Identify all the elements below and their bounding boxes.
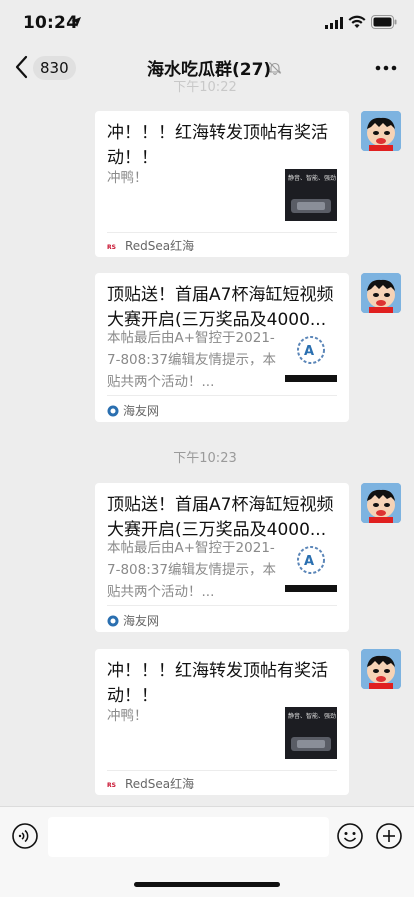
card-divider [107,232,337,233]
source-label: 海友网 [123,614,160,628]
avatar-cartoon-icon [361,111,401,151]
card-thumbnail: A [285,330,337,382]
avatar[interactable] [361,111,401,151]
card-thumbnail: A [285,540,337,592]
emoji-icon[interactable] [337,823,363,849]
location-arrow-icon [71,17,81,27]
card-description: 本帖最后由A+智控于2021-7-808:37编辑友情提示，本贴共两个活动！..… [107,330,276,390]
source-label: RedSea红海 [125,239,195,253]
more-options-icon[interactable] [375,65,397,71]
timestamp: 下午10:23 [173,451,237,466]
card-thumbnail: 静音、智能、强劲 [285,169,337,221]
svg-text:RS: RS [107,782,116,789]
back-chevron-icon[interactable] [12,54,32,80]
unread-count-badge[interactable]: 830 [33,56,76,80]
voice-input-icon[interactable] [12,823,38,849]
status-bar: 10:24 [0,0,414,44]
card-divider [107,770,337,771]
haiyou-logo-icon [107,615,119,626]
redsea-logo-icon: RS [107,782,116,789]
product-image-icon [291,199,331,213]
source-label: 海友网 [123,404,160,418]
svg-text:RS: RS [107,244,116,251]
message-card-link[interactable]: 冲！！！红海转发顶帖有奖活动！！ 冲鸭！ 静音、智能、强劲 RS RedSea红… [95,649,349,795]
haiyou-logo-icon [107,405,119,416]
card-description: 冲鸭！ [107,170,148,186]
avatar-cartoon-icon [361,273,401,313]
a7-logo-icon: A [285,546,337,592]
card-divider [107,605,337,606]
card-title: 顶贴送！首届A7杯海缸短视频大赛开启(三万奖品及4000... [107,285,334,330]
card-source: 海友网 [107,612,159,629]
avatar[interactable] [361,273,401,313]
message-input[interactable] [48,817,329,857]
card-divider [107,395,337,396]
product-image-icon [291,737,331,751]
message-card-link[interactable]: 顶贴送！首届A7杯海缸短视频大赛开启(三万奖品及4000... 本帖最后由A+智… [95,273,349,422]
card-source: RS RedSea红海 [107,237,194,254]
card-source: 海友网 [107,402,159,419]
avatar[interactable] [361,649,401,689]
card-title: 冲！！！红海转发顶帖有奖活动！！ [107,123,328,168]
avatar[interactable] [361,483,401,523]
redsea-logo-icon: RS [107,244,116,251]
card-title: 顶贴送！首届A7杯海缸短视频大赛开启(三万奖品及4000... [107,495,334,540]
svg-text:A: A [304,554,314,569]
card-description: 本帖最后由A+智控于2021-7-808:37编辑友情提示，本贴共两个活动！..… [107,540,276,600]
avatar-cartoon-icon [361,649,401,689]
message-card-link[interactable]: 冲！！！红海转发顶帖有奖活动！！ 冲鸭！ 静音、智能、强劲 RS RedSea红… [95,111,349,257]
a7-logo-icon: A [285,336,337,382]
card-description: 冲鸭！ [107,708,148,724]
wifi-icon [348,15,366,28]
message-card-link[interactable]: 顶贴送！首届A7杯海缸短视频大赛开启(三万奖品及4000... 本帖最后由A+智… [95,483,349,632]
source-label: RedSea红海 [125,777,195,791]
battery-icon [371,15,397,29]
card-source: RS RedSea红海 [107,775,194,792]
card-thumbnail: 静音、智能、强劲 [285,707,337,759]
card-title: 冲！！！红海转发顶帖有奖活动！！ [107,661,328,706]
timestamp-faded: 下午10:22 [173,80,237,95]
mute-bell-icon [268,62,282,75]
svg-text:A: A [304,344,314,359]
signal-icon [325,17,343,29]
plus-icon[interactable] [376,823,402,849]
home-indicator [134,882,280,887]
avatar-cartoon-icon [361,483,401,523]
